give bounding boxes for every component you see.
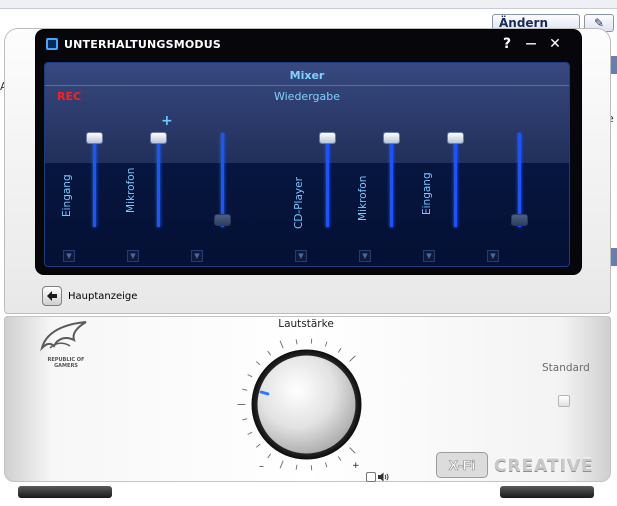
fader-thumb[interactable] — [320, 133, 335, 143]
volume-tick — [247, 374, 253, 378]
app-icon — [46, 38, 58, 50]
volume-tick — [267, 453, 272, 459]
volume-tick — [324, 341, 328, 347]
rog-text: REPUBLIC OF GAMERS — [47, 357, 85, 369]
channel-dropdown[interactable]: ▼ — [423, 250, 435, 262]
fader-thumb[interactable] — [87, 133, 102, 143]
volume-label: Lautstärke — [278, 318, 334, 330]
add-channel-button[interactable]: + — [161, 113, 173, 129]
channel-label: Mikrofon — [125, 167, 137, 213]
volume-tick — [242, 388, 248, 391]
xfi-text: X-Fi — [449, 457, 475, 473]
volume-max-label: + — [352, 461, 360, 471]
background-toolbar — [0, 0, 617, 9]
channel-dropdown[interactable]: ▼ — [63, 250, 75, 262]
channel-label: Eingang — [61, 174, 73, 217]
fader-thumb[interactable] — [215, 215, 230, 225]
main-display-nav[interactable]: Hauptanzeige — [42, 286, 137, 306]
fader-track[interactable] — [518, 133, 521, 227]
volume-tick — [324, 462, 328, 468]
fader-track[interactable] — [93, 133, 96, 227]
volume-tick — [337, 456, 342, 462]
volume-tick — [267, 350, 272, 356]
volume-min-label: – — [259, 461, 264, 472]
volume-tick — [279, 340, 284, 349]
back-arrow-icon — [47, 291, 57, 301]
fader-thumb[interactable] — [512, 215, 527, 225]
fader-track[interactable] — [326, 133, 329, 227]
display-screen: UNTERHALTUNGSMODUS ? — ✕ Mixer Wiedergab… — [36, 30, 581, 274]
xfi-console-window: UNTERHALTUNGSMODUS ? — ✕ Mixer Wiedergab… — [4, 28, 611, 498]
volume-tick — [279, 460, 284, 469]
back-button[interactable] — [42, 286, 62, 306]
help-button[interactable]: ? — [498, 35, 516, 53]
fader-track[interactable] — [221, 133, 224, 227]
standard-button[interactable] — [558, 395, 570, 407]
channel-dropdown[interactable]: ▼ — [487, 250, 499, 262]
fader-track[interactable] — [454, 133, 457, 227]
volume-tick — [337, 347, 342, 353]
channel-dropdown[interactable]: ▼ — [127, 250, 139, 262]
window-title: UNTERHALTUNGSMODUS — [64, 38, 222, 51]
main-display-label[interactable]: Hauptanzeige — [68, 291, 137, 302]
right-foot — [500, 486, 594, 498]
mixer-heading: Mixer — [289, 69, 325, 82]
channel-dropdown[interactable]: ▼ — [191, 250, 203, 262]
rec-label: REC — [57, 90, 82, 103]
fader-thumb[interactable] — [151, 133, 166, 143]
left-foot — [18, 486, 112, 498]
fader-track[interactable] — [157, 133, 160, 227]
xfi-logo: X-Fi — [436, 452, 488, 478]
volume-tick — [349, 447, 356, 454]
fader-thumb[interactable] — [448, 133, 463, 143]
creative-logo: CREATIVE — [494, 456, 594, 476]
volume-tick — [295, 339, 298, 345]
fader-thumb[interactable] — [384, 133, 399, 143]
mixer-panel: Mixer Wiedergabe REC + Eingang ▼ Mikrofo… — [44, 62, 570, 267]
volume-tick — [349, 355, 356, 362]
knob-face — [257, 355, 356, 454]
channel-dropdown[interactable]: ▼ — [359, 250, 371, 262]
volume-tick — [295, 464, 298, 470]
title-bar[interactable]: UNTERHALTUNGSMODUS ? — ✕ — [36, 30, 581, 58]
volume-tick — [255, 443, 261, 448]
speaker-icon — [378, 472, 389, 482]
volume-indicator — [259, 390, 270, 396]
volume-tick — [247, 431, 253, 435]
volume-tick — [242, 418, 248, 421]
channel-label: Eingang — [421, 172, 433, 215]
minimize-button[interactable]: — — [522, 35, 540, 53]
volume-knob[interactable] — [234, 332, 379, 477]
channel-label: Mikrofon — [357, 175, 369, 221]
mixer-separator — [45, 85, 569, 86]
channel-label: CD-Player — [293, 177, 305, 229]
close-button[interactable]: ✕ — [546, 35, 564, 53]
fader-track[interactable] — [390, 133, 393, 227]
volume-tick — [255, 361, 261, 366]
playback-tab[interactable]: Wiedergabe — [45, 90, 569, 103]
channel-dropdown[interactable]: ▼ — [295, 250, 307, 262]
standard-label: Standard — [542, 362, 590, 374]
mute-checkbox[interactable] — [366, 472, 376, 482]
